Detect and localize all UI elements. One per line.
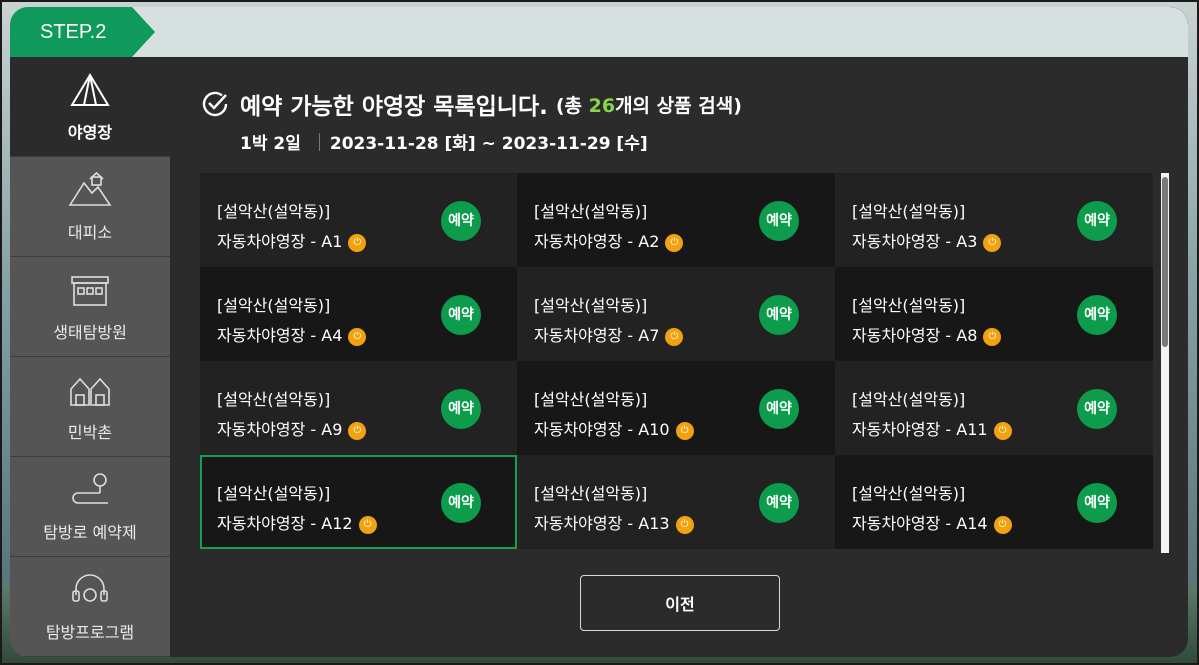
sidebar-item-label: 생태탐방원: [53, 322, 127, 342]
prev-button[interactable]: 이전: [580, 575, 780, 631]
sidebar-item-campground[interactable]: 야영장: [10, 57, 170, 157]
reserve-button[interactable]: 예약: [759, 389, 799, 429]
site-card[interactable]: [설악산(설악동)] 자동차야영장 - A12 ⏻ 예약: [200, 455, 517, 549]
site-name: 자동차야영장 - A13: [534, 514, 670, 534]
date-range: 2023-11-28 [화] ~ 2023-11-29 [수]: [329, 134, 648, 154]
site-name: 자동차야영장 - A9: [217, 420, 343, 440]
site-name: 자동차야영장 - A7: [534, 326, 660, 346]
reserve-button[interactable]: 예약: [759, 201, 799, 241]
houses-icon: [70, 377, 110, 406]
site-card[interactable]: [설악산(설악동)] 자동차야영장 - A4 ⏻ 예약: [200, 267, 517, 361]
headset-icon: [72, 573, 108, 602]
site-card[interactable]: [설악산(설악동)] 자동차야영장 - A8 ⏻ 예약: [835, 267, 1153, 361]
count-prefix: (총: [555, 94, 589, 117]
main-content: 예약 가능한 야영장 목록입니다. (총 26개의 상품 검색) 1박 2일 2…: [200, 57, 1169, 657]
result-count: (총 26개의 상품 검색): [556, 91, 742, 118]
site-name: 자동차야영장 - A14: [852, 514, 988, 534]
divider: [318, 132, 320, 151]
eco-center-icon: [71, 275, 109, 306]
electric-plug-icon: ⏻: [983, 233, 1002, 252]
reserve-button[interactable]: 예약: [1077, 295, 1117, 335]
electric-plug-icon: ⏻: [993, 421, 1012, 440]
electric-plug-icon: ⏻: [348, 327, 367, 346]
reserve-button[interactable]: 예약: [759, 483, 799, 523]
modal-header: STEP.2: [10, 7, 1188, 57]
sidebar-item-label: 탐방로 예약제: [43, 522, 137, 542]
stay-period: 1박 2일 2023-11-28 [화] ~ 2023-11-29 [수]: [240, 129, 648, 154]
category-sidebar: 야영장 대피소 생태탐방원 민박촌 탐방로 예약제 탐방프로그램: [10, 57, 170, 657]
site-name: 자동차야영장 - A12: [217, 514, 353, 534]
count-number: 26: [588, 94, 616, 117]
reserve-button[interactable]: 예약: [1077, 483, 1117, 523]
electric-plug-icon: ⏻: [675, 515, 694, 534]
reserve-button[interactable]: 예약: [1077, 389, 1117, 429]
check-circle-icon: [202, 91, 228, 117]
page-title: 예약 가능한 야영장 목록입니다. (총 26개의 상품 검색): [200, 87, 742, 121]
site-name: 자동차야영장 - A3: [852, 232, 978, 252]
site-card[interactable]: [설악산(설악동)] 자동차야영장 - A1 ⏻ 예약: [200, 173, 517, 267]
electric-plug-icon: ⏻: [358, 515, 377, 534]
reserve-button[interactable]: 예약: [441, 295, 481, 335]
site-name: 자동차야영장 - A11: [852, 420, 988, 440]
site-card[interactable]: [설악산(설악동)] 자동차야영장 - A7 ⏻ 예약: [517, 267, 835, 361]
reservation-modal: STEP.2 야영장 대피소 생태탐방원 민박촌 탐방로 예약제 탐방프로그램 …: [10, 7, 1188, 657]
site-name: 자동차야영장 - A10: [534, 420, 670, 440]
reserve-button[interactable]: 예약: [1077, 201, 1117, 241]
shelter-icon: [68, 171, 112, 206]
sidebar-item-trail-reservation[interactable]: 탐방로 예약제: [10, 457, 170, 557]
reserve-button[interactable]: 예약: [759, 295, 799, 335]
electric-plug-icon: ⏻: [983, 327, 1002, 346]
step-badge: STEP.2: [10, 7, 155, 57]
electric-plug-icon: ⏻: [675, 421, 694, 440]
scrollbar[interactable]: [1161, 173, 1169, 553]
nights-label: 1박 2일: [240, 134, 301, 154]
site-name: 자동차야영장 - A1: [217, 232, 343, 252]
sidebar-item-minbak[interactable]: 민박촌: [10, 357, 170, 457]
sidebar-item-label: 탐방프로그램: [45, 622, 135, 642]
site-card[interactable]: [설악산(설악동)] 자동차야영장 - A14 ⏻ 예약: [835, 455, 1153, 549]
reserve-button[interactable]: 예약: [441, 389, 481, 429]
sidebar-item-label: 민박촌: [67, 422, 113, 442]
site-name: 자동차야영장 - A8: [852, 326, 978, 346]
electric-plug-icon: ⏻: [665, 233, 684, 252]
count-suffix: 개의 상품 검색): [615, 94, 742, 117]
site-card[interactable]: [설악산(설악동)] 자동차야영장 - A10 ⏻ 예약: [517, 361, 835, 455]
electric-plug-icon: ⏻: [348, 421, 367, 440]
tent-icon: [70, 72, 110, 106]
site-card[interactable]: [설악산(설악동)] 자동차야영장 - A13 ⏻ 예약: [517, 455, 835, 549]
sidebar-item-shelter[interactable]: 대피소: [10, 157, 170, 257]
reserve-button[interactable]: 예약: [441, 201, 481, 241]
scrollbar-thumb[interactable]: [1162, 177, 1168, 347]
site-name: 자동차야영장 - A2: [534, 232, 660, 252]
reserve-button[interactable]: 예약: [441, 483, 481, 523]
electric-plug-icon: ⏻: [665, 327, 684, 346]
site-list: [설악산(설악동)] 자동차야영장 - A1 ⏻ 예약 [설악산(설악동)] 자동차야영장…: [200, 173, 1153, 553]
electric-plug-icon: ⏻: [348, 233, 367, 252]
site-card[interactable]: [설악산(설악동)] 자동차야영장 - A11 ⏻ 예약: [835, 361, 1153, 455]
sidebar-item-eco-center[interactable]: 생태탐방원: [10, 257, 170, 357]
site-name: 자동차야영장 - A4: [217, 326, 343, 346]
trail-pin-icon: [72, 472, 108, 504]
sidebar-item-label: 대피소: [67, 222, 113, 242]
site-card[interactable]: [설악산(설악동)] 자동차야영장 - A9 ⏻ 예약: [200, 361, 517, 455]
sidebar-item-program[interactable]: 탐방프로그램: [10, 557, 170, 657]
title-text: 예약 가능한 야영장 목록입니다.: [240, 94, 548, 120]
site-card[interactable]: [설악산(설악동)] 자동차야영장 - A2 ⏻ 예약: [517, 173, 835, 267]
sidebar-item-label: 야영장: [67, 122, 113, 142]
site-card[interactable]: [설악산(설악동)] 자동차야영장 - A3 ⏻ 예약: [835, 173, 1153, 267]
electric-plug-icon: ⏻: [993, 515, 1012, 534]
